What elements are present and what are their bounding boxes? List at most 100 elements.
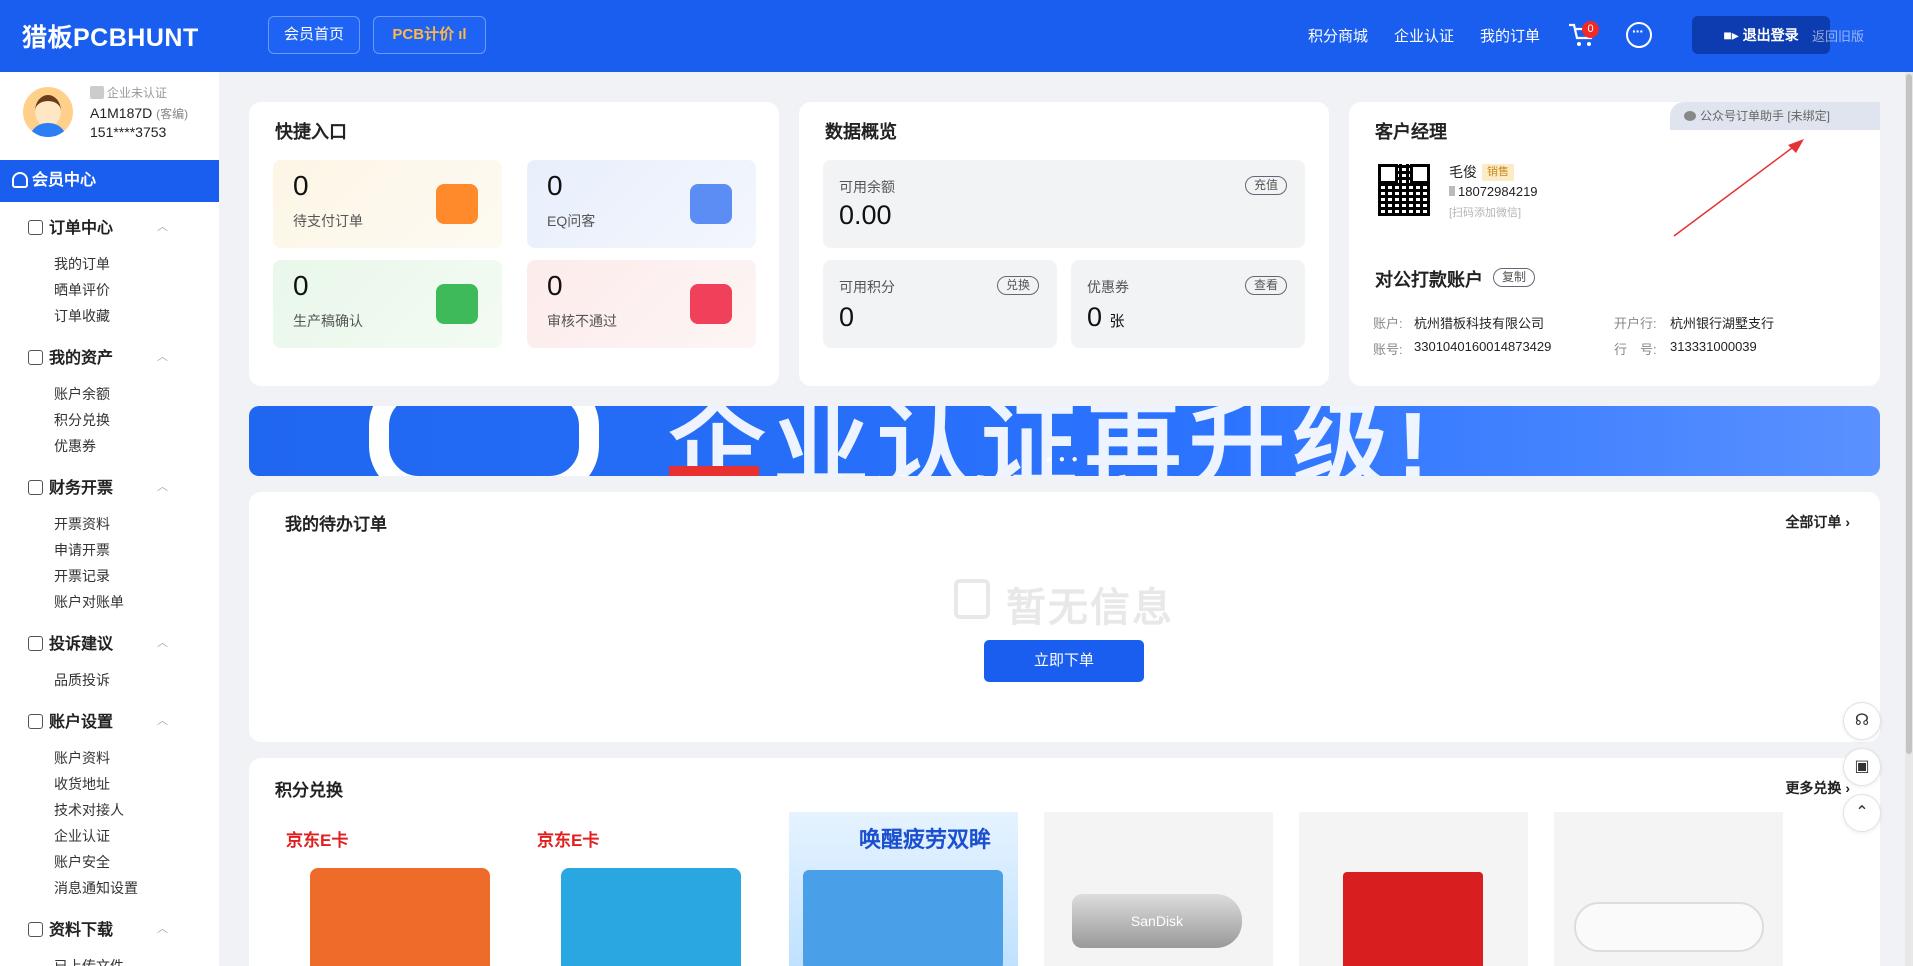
promo-banner[interactable]: 企业认证再升级! 300元抵扣券 双倍积分 xyxy=(249,406,1880,476)
sidebar-group-complaints[interactable]: 投诉建议 xyxy=(28,630,113,654)
tile-count: 0 xyxy=(547,170,563,201)
recharge-button[interactable]: 充值 xyxy=(1244,176,1287,195)
sidebar-group-assets[interactable]: 我的资产 xyxy=(28,344,113,368)
copy-button[interactable]: 复制 xyxy=(1493,268,1536,287)
enterprise-cert-link[interactable]: 企业认证 xyxy=(1394,25,1454,46)
view-coupons-button[interactable]: 查看 xyxy=(1244,276,1287,295)
payment-icon xyxy=(436,184,478,224)
sidebar-item-invoice-info[interactable]: 开票资料 xyxy=(54,514,110,534)
product-usb-drive[interactable]: SanDisk xyxy=(1044,812,1273,966)
user-name-note: (客编) xyxy=(156,107,189,121)
old-version-link[interactable]: 返回旧版 xyxy=(1812,26,1864,45)
sidebar-item-invoice-records[interactable]: 开票记录 xyxy=(54,566,110,586)
chevron-up-icon[interactable]: ︿ xyxy=(157,478,168,494)
logout-button[interactable]: ■▸ 退出登录 xyxy=(1692,16,1830,54)
sidebar-group-account-settings[interactable]: 账户设置 xyxy=(28,708,113,732)
sidebar-item-favorites[interactable]: 订单收藏 xyxy=(54,306,110,326)
chat-icon[interactable]: ▣ xyxy=(1843,748,1881,786)
sidebar-item-tech-contact[interactable]: 技术对接人 xyxy=(54,800,124,820)
manager-name: 毛俊 xyxy=(1449,164,1477,180)
chat-bubble-icon xyxy=(690,184,732,224)
chevron-up-icon[interactable]: ︿ xyxy=(157,634,168,650)
product-eye-mask[interactable]: 唤醒疲劳双眸 xyxy=(789,812,1018,966)
my-orders-link[interactable]: 我的订单 xyxy=(1480,25,1540,46)
sidebar-group-invoice[interactable]: 财务开票 xyxy=(28,474,113,498)
eye-mask-box-image xyxy=(803,870,1003,966)
sidebar-item-points-exchange[interactable]: 积分兑换 xyxy=(54,410,110,430)
cert-status: 企业未认证 xyxy=(90,84,167,101)
tile-production-confirm[interactable]: 0 生产稿确认 xyxy=(273,260,502,348)
coupon-unit: 张 xyxy=(1109,313,1125,330)
points-exchange-title: 积分兑换 xyxy=(275,781,343,800)
coupon-tile: 优惠券 0 张 查看 xyxy=(1071,260,1305,348)
sidebar-item-coupons[interactable]: 优惠券 xyxy=(54,436,96,456)
empty-document-icon xyxy=(954,579,990,619)
bank-no-label: 行 号: xyxy=(1614,342,1657,357)
user-name-label: A1M187D xyxy=(90,105,153,121)
wechat-assistant-label: 公众号订单助手 [未绑定] xyxy=(1700,109,1831,123)
sidebar-active-label: 会员中心 xyxy=(32,172,97,189)
site-logo[interactable]: 猎板PCBHUNT xyxy=(22,18,199,54)
tile-review-failed[interactable]: 0 审核不通过 xyxy=(527,260,756,348)
carousel-dots[interactable]: ● ● ● xyxy=(1046,454,1080,465)
sidebar-item-address[interactable]: 收货地址 xyxy=(54,774,110,794)
exchange-button[interactable]: 兑换 xyxy=(996,276,1039,295)
balance-value: 0.00 xyxy=(839,200,892,230)
acct-no: 3301040160014873429 xyxy=(1414,339,1552,354)
product-jd-card-orange[interactable]: 京东E卡 xyxy=(280,812,509,966)
pcb-quote-button[interactable]: PCB计价 ıl xyxy=(373,16,486,54)
sidebar-item-balance[interactable]: 账户余额 xyxy=(54,384,110,404)
sidebar-item-quality-complaint[interactable]: 品质投诉 xyxy=(54,670,110,690)
points-mall-link[interactable]: 积分商城 xyxy=(1308,25,1368,46)
chevron-up-icon[interactable]: ︿ xyxy=(157,920,168,936)
product-slippers[interactable] xyxy=(1554,812,1783,966)
chevron-right-icon: › xyxy=(1845,780,1850,796)
sidebar-item-notification-settings[interactable]: 消息通知设置 xyxy=(54,878,138,898)
message-icon[interactable] xyxy=(1626,22,1652,48)
more-exchange-link[interactable]: 更多兑换 › xyxy=(1785,778,1850,798)
invoice-icon xyxy=(28,480,43,495)
sidebar-group-downloads[interactable]: 资料下载 xyxy=(28,916,113,940)
product-label: 京东E卡 xyxy=(286,831,349,850)
product-jd-card-blue[interactable]: 京东E卡 xyxy=(535,812,764,966)
place-order-button[interactable]: 立即下单 xyxy=(984,640,1144,682)
tile-pending-payment[interactable]: 0 待支付订单 xyxy=(273,160,502,248)
sidebar-item-uploaded-files[interactable]: 已上传文件 xyxy=(54,956,124,966)
coupon-label: 优惠券 xyxy=(1087,279,1129,295)
slippers-image xyxy=(1574,902,1764,952)
sidebar-item-member-center[interactable]: 会员中心 xyxy=(0,160,219,202)
gear-icon xyxy=(28,714,43,729)
bank-label: 开户行: xyxy=(1614,316,1657,331)
phone-icon xyxy=(1449,186,1455,196)
chevron-up-icon[interactable]: ︿ xyxy=(157,712,168,728)
sidebar-item-reviews[interactable]: 晒单评价 xyxy=(54,280,110,300)
wallet-icon xyxy=(28,350,43,365)
sidebar-item-my-orders[interactable]: 我的订单 xyxy=(54,254,110,274)
bank-account-title: 对公打款账户 xyxy=(1375,270,1483,290)
headset-icon[interactable]: ☊ xyxy=(1843,702,1881,740)
wechat-assistant-badge[interactable]: 公众号订单助手 [未绑定] xyxy=(1670,102,1880,130)
sidebar-item-apply-invoice[interactable]: 申请开票 xyxy=(54,540,110,560)
heart-icon xyxy=(28,636,43,651)
chevron-up-icon[interactable]: ︿ xyxy=(157,218,168,234)
back-to-top-icon[interactable]: ⌃ xyxy=(1843,794,1881,832)
sidebar-item-statement[interactable]: 账户对账单 xyxy=(54,592,124,612)
chevron-up-icon[interactable]: ︿ xyxy=(157,348,168,364)
avatar[interactable] xyxy=(23,87,73,137)
acct-name: 杭州猎板科技有限公司 xyxy=(1414,316,1545,331)
gift-card-image xyxy=(561,868,741,966)
sidebar-group-orders[interactable]: 订单中心 xyxy=(28,214,113,238)
sidebar-group-account-settings-label: 账户设置 xyxy=(49,714,114,731)
tile-label: EQ问客 xyxy=(547,213,596,229)
member-home-button[interactable]: 会员首页 xyxy=(268,16,360,54)
page-scrollbar[interactable] xyxy=(1905,72,1913,966)
tile-eq-query[interactable]: 0 EQ问客 xyxy=(527,160,756,248)
manager-phone: 18072984219 xyxy=(1449,184,1538,199)
sidebar-item-enterprise-cert[interactable]: 企业认证 xyxy=(54,826,110,846)
sidebar-item-security[interactable]: 账户安全 xyxy=(54,852,110,872)
product-gift-bag[interactable] xyxy=(1299,812,1528,966)
sidebar-group-assets-label: 我的资产 xyxy=(49,350,114,367)
sidebar-item-account-info[interactable]: 账户资料 xyxy=(54,748,110,768)
chevron-right-icon[interactable]: › xyxy=(1830,776,1835,792)
all-orders-link[interactable]: 全部订单 › xyxy=(1785,512,1850,532)
